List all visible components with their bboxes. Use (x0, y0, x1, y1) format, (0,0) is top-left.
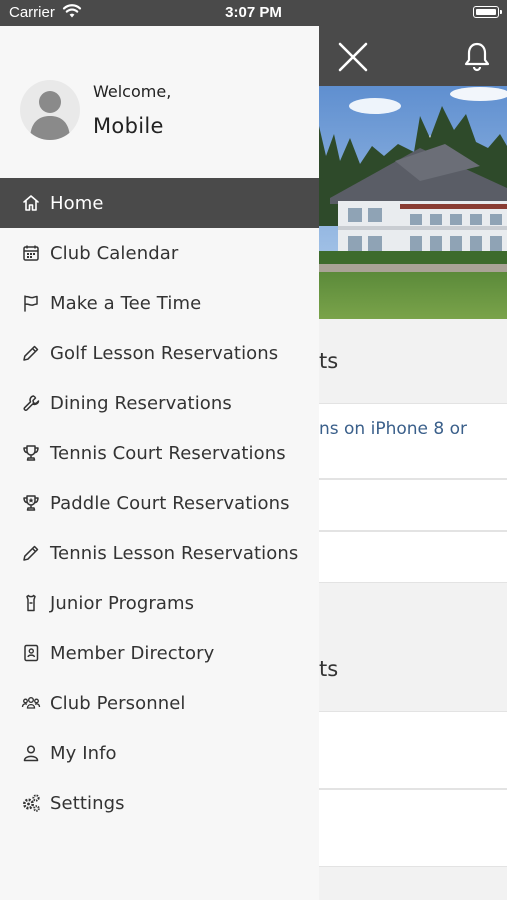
menu-item-home[interactable]: Home (0, 178, 319, 228)
menu-item-club-personnel[interactable]: Club Personnel (0, 678, 319, 728)
gears-icon (21, 793, 41, 813)
menu-item-settings[interactable]: Settings (0, 778, 319, 828)
wrench-icon (21, 393, 41, 413)
user-name: Mobile (93, 114, 164, 138)
drawer-menu: Home Club Calendar Make a Tee Time Golf … (0, 178, 319, 828)
calendar-icon (21, 243, 41, 263)
menu-item-label: Paddle Court Reservations (50, 492, 290, 514)
pencil-icon (21, 343, 41, 363)
status-bar: Carrier 3:07 PM (0, 0, 507, 26)
menu-item-label: Tennis Court Reservations (50, 442, 286, 464)
group-icon (21, 693, 41, 713)
contact-book-icon (21, 643, 41, 663)
battery-icon (473, 6, 502, 18)
flag-icon (21, 293, 41, 313)
menu-item-label: Junior Programs (50, 592, 195, 614)
menu-item-tennis-lesson[interactable]: Tennis Lesson Reservations (0, 528, 319, 578)
shirt-icon (21, 593, 41, 613)
trophy-badge-icon (21, 493, 41, 513)
menu-item-label: My Info (50, 742, 117, 764)
status-time: 3:07 PM (225, 4, 282, 21)
section-title-fragment: ts (319, 657, 339, 681)
menu-item-label: Tennis Lesson Reservations (50, 542, 299, 564)
pencil-icon (21, 543, 41, 563)
menu-item-golf-lesson[interactable]: Golf Lesson Reservations (0, 328, 319, 378)
avatar (20, 80, 80, 140)
menu-item-label: Settings (50, 792, 125, 814)
menu-item-member-directory[interactable]: Member Directory (0, 628, 319, 678)
menu-item-label: Club Calendar (50, 242, 179, 264)
menu-item-label: Home (50, 192, 104, 214)
menu-item-junior-programs[interactable]: Junior Programs (0, 578, 319, 628)
menu-item-label: Member Directory (50, 642, 215, 664)
menu-item-dining[interactable]: Dining Reservations (0, 378, 319, 428)
menu-item-label: Make a Tee Time (50, 292, 202, 314)
bell-icon[interactable] (461, 40, 493, 72)
menu-item-label: Club Personnel (50, 692, 186, 714)
menu-item-label: Dining Reservations (50, 392, 232, 414)
menu-item-my-info[interactable]: My Info (0, 728, 319, 778)
welcome-text: Welcome, (93, 82, 172, 101)
menu-item-paddle-court[interactable]: Paddle Court Reservations (0, 478, 319, 528)
trophy-icon (21, 443, 41, 463)
close-icon[interactable] (336, 40, 370, 74)
menu-item-tennis-court[interactable]: Tennis Court Reservations (0, 428, 319, 478)
menu-item-tee-time[interactable]: Make a Tee Time (0, 278, 319, 328)
news-link[interactable]: ns on iPhone 8 or (319, 419, 467, 439)
section-title-fragment: ts (319, 349, 339, 373)
home-icon (21, 193, 41, 213)
side-drawer: Welcome, Mobile Home Club Calendar Make … (0, 26, 319, 900)
menu-item-club-calendar[interactable]: Club Calendar (0, 228, 319, 278)
profile-header: Welcome, Mobile (0, 26, 319, 178)
user-icon (21, 743, 41, 763)
menu-item-label: Golf Lesson Reservations (50, 342, 279, 364)
